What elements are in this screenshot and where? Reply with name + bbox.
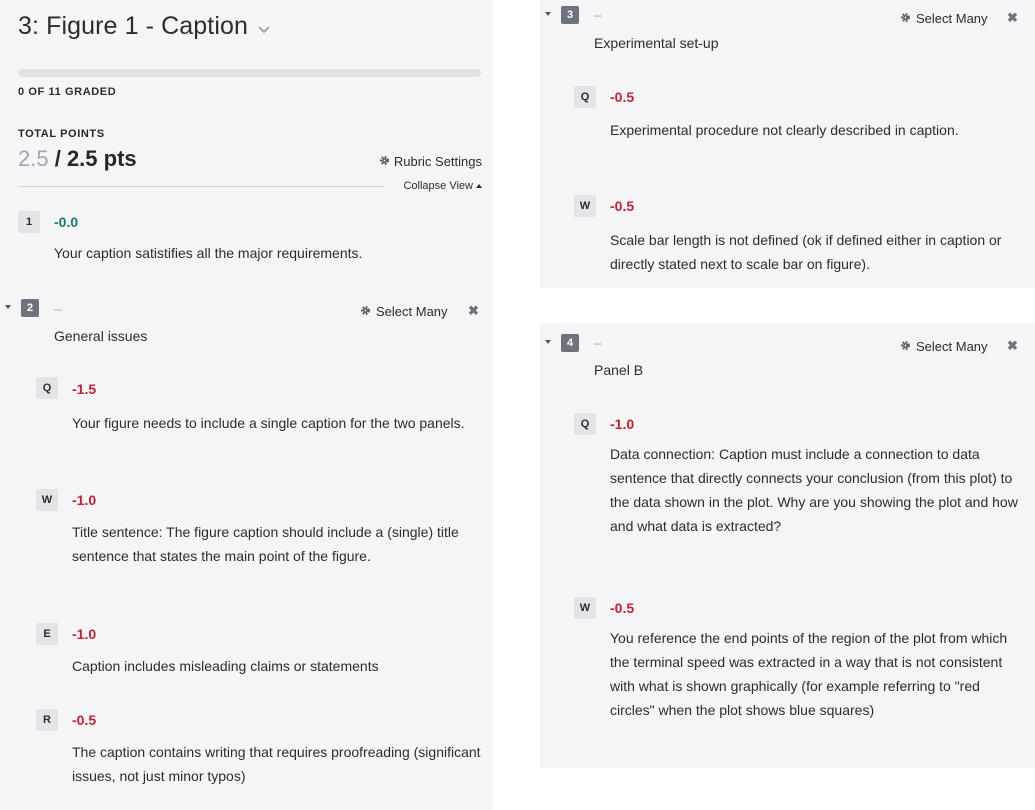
rubric-item-key[interactable]: Q: [36, 377, 58, 399]
question-title[interactable]: 3: Figure 1 - Caption: [18, 12, 270, 41]
rubric-item-points: -1.0: [72, 492, 97, 508]
group-number[interactable]: 2: [21, 299, 39, 317]
select-many-label: Select Many: [916, 339, 988, 354]
divider: [18, 186, 384, 187]
rubric-item-points: -0.0: [54, 214, 79, 230]
rubric-settings-label: Rubric Settings: [393, 154, 482, 169]
group-points-dash: --: [594, 336, 602, 350]
rubric-group-panel: 4 -- Select Many ✖ Panel B Q -1.0 Data c…: [540, 323, 1035, 768]
group-number[interactable]: 3: [561, 6, 579, 24]
close-icon[interactable]: ✖: [1007, 338, 1018, 354]
total-points-value: 2.5 / 2.5 pts: [18, 146, 137, 172]
rubric-item-key[interactable]: Q: [574, 413, 596, 435]
rubric-settings-button[interactable]: Rubric Settings: [379, 154, 482, 169]
close-icon[interactable]: ✖: [1007, 10, 1018, 26]
rubric-item-description: Title sentence: The figure caption shoul…: [72, 524, 459, 564]
rubric-item-key[interactable]: E: [36, 623, 58, 645]
gear-icon: [900, 339, 911, 354]
rubric-item-description: Your figure needs to include a single ca…: [72, 415, 465, 431]
group-points-dash: --: [54, 302, 62, 316]
caret-down-icon[interactable]: [545, 340, 551, 344]
rubric-item-key[interactable]: W: [574, 597, 596, 619]
rubric-panel-left: 3: Figure 1 - Caption 0 OF 11 GRADED TOT…: [0, 0, 493, 810]
rubric-item-key[interactable]: 1: [18, 211, 40, 233]
rubric-item-description: Data connection: Caption must include a …: [610, 446, 1018, 534]
rubric-item-points: -1.0: [610, 416, 635, 432]
graded-status: 0 OF 11 GRADED: [18, 86, 117, 98]
chevron-down-icon[interactable]: [258, 12, 270, 41]
caret-up-icon: [476, 184, 482, 188]
select-many-button[interactable]: Select Many: [900, 11, 988, 26]
total-points-label: TOTAL POINTS: [18, 128, 105, 140]
rubric-item-points: -0.5: [610, 198, 635, 214]
rubric-item-key[interactable]: R: [36, 709, 58, 731]
rubric-item-key[interactable]: Q: [574, 86, 596, 108]
select-many-label: Select Many: [376, 304, 448, 319]
rubric-item-key[interactable]: W: [574, 195, 596, 217]
group-title: General issues: [54, 328, 148, 344]
select-many-button[interactable]: Select Many: [900, 339, 988, 354]
rubric-item-points: -1.0: [72, 626, 97, 642]
rubric-group-panel: 3 -- Select Many ✖ Experimental set-up Q…: [540, 0, 1035, 288]
rubric-item-description: The caption contains writing that requir…: [72, 744, 481, 784]
gear-icon: [379, 154, 390, 169]
group-number[interactable]: 4: [561, 334, 579, 352]
rubric-item-description: Experimental procedure not clearly descr…: [610, 122, 959, 138]
gear-icon: [360, 304, 371, 319]
close-icon[interactable]: ✖: [468, 303, 479, 319]
points-total: / 2.5 pts: [54, 146, 137, 171]
rubric-item-description: Caption includes misleading claims or st…: [72, 658, 379, 674]
rubric-item-key[interactable]: W: [36, 489, 58, 511]
rubric-item-description: Your caption satistifies all the major r…: [54, 245, 363, 261]
collapse-view-button[interactable]: Collapse View: [403, 180, 482, 192]
select-many-label: Select Many: [916, 11, 988, 26]
caret-down-icon[interactable]: [545, 12, 551, 16]
grading-progress-bar: [18, 69, 481, 77]
rubric-item-points: -1.5: [72, 381, 97, 397]
question-title-text: 3: Figure 1 - Caption: [18, 12, 248, 40]
rubric-item-points: -0.5: [610, 89, 635, 105]
caret-down-icon[interactable]: [5, 305, 11, 309]
group-points-dash: --: [594, 8, 602, 22]
group-title: Panel B: [594, 362, 644, 378]
gear-icon: [900, 11, 911, 26]
rubric-item-description: Scale bar length is not defined (ok if d…: [610, 232, 1002, 272]
rubric-item-points: -0.5: [610, 600, 635, 616]
select-many-button[interactable]: Select Many: [360, 304, 448, 319]
group-title: Experimental set-up: [594, 35, 719, 51]
collapse-view-label: Collapse View: [403, 180, 473, 192]
rubric-item-description: You reference the end points of the regi…: [610, 630, 1008, 718]
rubric-item-points: -0.5: [72, 712, 97, 728]
points-earned: 2.5: [18, 146, 49, 171]
